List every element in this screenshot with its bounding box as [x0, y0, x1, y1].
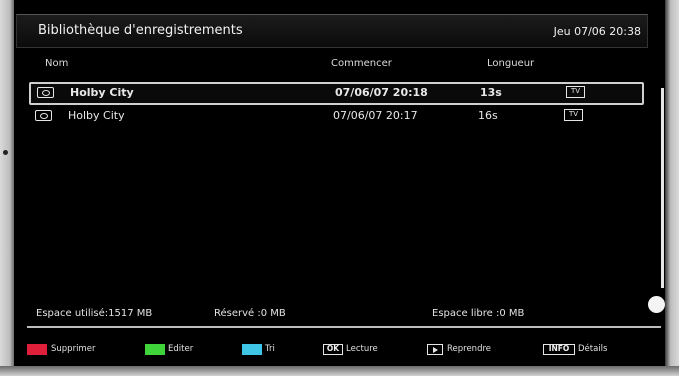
recording-icon — [37, 87, 54, 98]
details-button[interactable]: INFO Détails — [543, 344, 623, 356]
green-key-icon — [145, 344, 165, 355]
sort-button[interactable]: Tri — [242, 344, 287, 356]
play-icon — [427, 344, 443, 355]
recording-start: 07/06/07 20:18 — [335, 86, 428, 99]
recording-icon — [35, 110, 52, 121]
recording-name: Holby City — [70, 86, 134, 99]
column-header-length[interactable]: Longueur — [487, 58, 534, 69]
scrollbar-thumb[interactable] — [648, 296, 665, 313]
blue-key-icon — [242, 344, 262, 355]
sort-label: Tri — [265, 344, 275, 354]
title-bar: Bibliothèque d'enregistrements Jeu 07/06… — [16, 14, 648, 48]
edit-button[interactable]: Editer — [145, 344, 205, 356]
delete-button[interactable]: Supprimer — [27, 344, 97, 356]
recording-row[interactable]: Holby City 07/06/07 20:18 13s TV — [29, 82, 644, 105]
info-key-icon: INFO — [543, 344, 575, 355]
bezel-left — [0, 0, 14, 376]
bezel-bottom — [0, 366, 679, 376]
space-reserved: Réservé :0 MB — [214, 308, 286, 319]
space-free: Espace libre :0 MB — [432, 308, 525, 319]
ok-key-icon: OK — [323, 344, 343, 355]
play-button[interactable]: OK Lecture — [323, 344, 393, 356]
recording-start: 07/06/07 20:17 — [333, 109, 418, 122]
delete-label: Supprimer — [51, 344, 96, 354]
resume-label: Reprendre — [447, 344, 492, 354]
scrollbar-track[interactable] — [661, 88, 664, 288]
recording-name: Holby City — [68, 109, 125, 122]
space-used: Espace utilisé:1517 MB — [36, 308, 153, 319]
details-label: Détails — [578, 344, 608, 354]
edit-label: Editer — [168, 344, 194, 354]
column-header-start[interactable]: Commencer — [331, 58, 392, 69]
play-label: Lecture — [346, 344, 378, 354]
divider — [27, 326, 661, 328]
bezel-right — [665, 0, 679, 376]
tv-icon: TV — [564, 109, 583, 121]
recording-row[interactable]: Holby City 07/06/07 20:17 16s TV — [29, 107, 640, 126]
bezel-dot — [3, 150, 8, 155]
red-key-icon — [27, 344, 47, 355]
page-title: Bibliothèque d'enregistrements — [38, 23, 243, 38]
recording-length: 16s — [478, 109, 498, 122]
recording-length: 13s — [480, 86, 502, 99]
clock: Jeu 07/06 20:38 — [553, 25, 641, 38]
resume-button[interactable]: Reprendre — [427, 344, 507, 356]
tv-icon: TV — [566, 86, 585, 98]
column-header-name[interactable]: Nom — [45, 58, 68, 69]
